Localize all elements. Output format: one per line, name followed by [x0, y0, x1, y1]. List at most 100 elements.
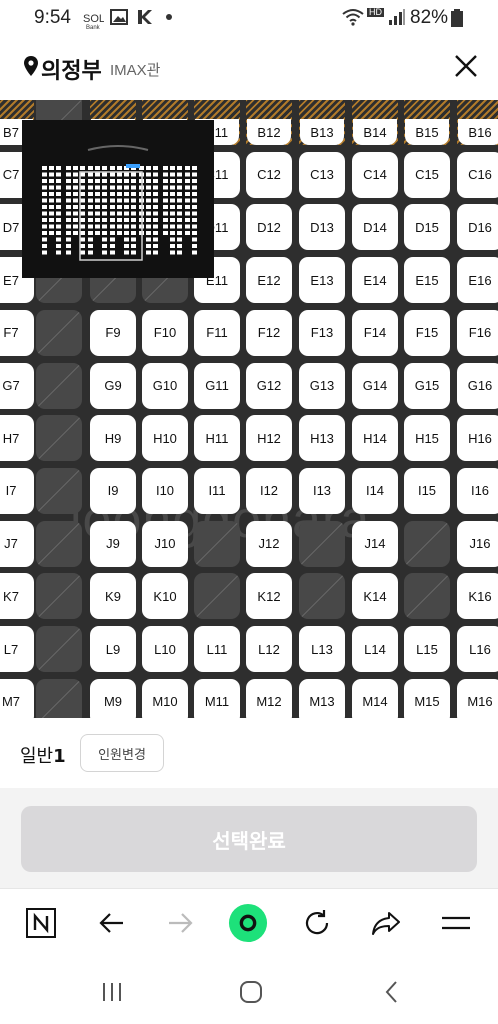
share-button[interactable]: [366, 903, 406, 943]
seat-j16[interactable]: J16: [457, 520, 498, 567]
seat-l9[interactable]: L9: [90, 626, 136, 672]
seat-m10[interactable]: M10: [142, 678, 188, 718]
seat-l13[interactable]: L13: [299, 626, 345, 672]
seat-h13[interactable]: H13: [299, 415, 345, 462]
seat-h10[interactable]: H10: [142, 415, 188, 462]
seat-j9[interactable]: J9: [90, 520, 136, 567]
seat-h12[interactable]: H12: [246, 415, 292, 462]
seat-h14[interactable]: H14: [352, 415, 398, 462]
seat-l10[interactable]: L10: [142, 626, 188, 672]
seat-f12[interactable]: F12: [246, 309, 292, 356]
seat-minimap[interactable]: [22, 120, 214, 278]
change-party-button[interactable]: 인원변경: [80, 734, 164, 772]
seat-b14[interactable]: B14: [352, 100, 398, 145]
seat-g9[interactable]: G9: [90, 362, 136, 409]
seat-j14[interactable]: J14: [352, 520, 398, 567]
seat-b16[interactable]: B16: [457, 100, 498, 145]
seat-k9[interactable]: K9: [90, 573, 136, 620]
seat-d14[interactable]: D14: [352, 204, 398, 251]
seat-l7[interactable]: L7: [0, 626, 34, 672]
seat-f13[interactable]: F13: [299, 309, 345, 356]
system-back-button[interactable]: [372, 974, 412, 1010]
seat-g14[interactable]: G14: [352, 362, 398, 409]
seat-h15[interactable]: H15: [404, 415, 450, 462]
seat-d16[interactable]: D16: [457, 204, 498, 251]
seat-j7[interactable]: J7: [0, 520, 34, 567]
seat-h7[interactable]: H7: [0, 415, 34, 462]
forward-button[interactable]: [160, 903, 200, 943]
seat-m13[interactable]: M13: [299, 678, 345, 718]
seat-i13[interactable]: I13: [299, 467, 345, 514]
seat-l16[interactable]: L16: [457, 626, 498, 672]
seat-f9[interactable]: F9: [90, 309, 136, 356]
seat-f10[interactable]: F10: [142, 309, 188, 356]
seat-m7[interactable]: M7: [0, 678, 34, 718]
seat-l15[interactable]: L15: [404, 626, 450, 672]
seat-m16[interactable]: M16: [457, 678, 498, 718]
seat-d15[interactable]: D15: [404, 204, 450, 251]
seat-h16[interactable]: H16: [457, 415, 498, 462]
naver-home-button[interactable]: [21, 903, 61, 943]
seat-i15[interactable]: I15: [404, 467, 450, 514]
confirm-selection-button[interactable]: 선택완료: [21, 806, 477, 872]
seat-g7[interactable]: G7: [0, 362, 34, 409]
seat-e12[interactable]: E12: [246, 257, 292, 304]
seat-e15[interactable]: E15: [404, 257, 450, 304]
seat-c15[interactable]: C15: [404, 151, 450, 198]
seat-b13[interactable]: B13: [299, 100, 345, 145]
reload-button[interactable]: [297, 903, 337, 943]
seat-e16[interactable]: E16: [457, 257, 498, 304]
seat-g12[interactable]: G12: [246, 362, 292, 409]
seat-j10[interactable]: J10: [142, 520, 188, 567]
close-button[interactable]: [450, 50, 482, 82]
seat-c14[interactable]: C14: [352, 151, 398, 198]
seat-k10[interactable]: K10: [142, 573, 188, 620]
seat-i9[interactable]: I9: [90, 467, 136, 514]
seat-e14[interactable]: E14: [352, 257, 398, 304]
seat-i11[interactable]: I11: [194, 467, 240, 514]
seat-k14[interactable]: K14: [352, 573, 398, 620]
seat-c16[interactable]: C16: [457, 151, 498, 198]
seat-f15[interactable]: F15: [404, 309, 450, 356]
seat-m14[interactable]: M14: [352, 678, 398, 718]
seat-f11[interactable]: F11: [194, 309, 240, 356]
seat-m9[interactable]: M9: [90, 678, 136, 718]
seat-h9[interactable]: H9: [90, 415, 136, 462]
seat-g10[interactable]: G10: [142, 362, 188, 409]
seat-i10[interactable]: I10: [142, 467, 188, 514]
seat-c13[interactable]: C13: [299, 151, 345, 198]
seat-g15[interactable]: G15: [404, 362, 450, 409]
seat-k7[interactable]: K7: [0, 573, 34, 620]
seat-f16[interactable]: F16: [457, 309, 498, 356]
seat-g11[interactable]: G11: [194, 362, 240, 409]
seat-l11[interactable]: L11: [194, 626, 240, 672]
seat-b12[interactable]: B12: [246, 100, 292, 145]
back-button[interactable]: [92, 903, 132, 943]
seat-i7[interactable]: I7: [0, 467, 34, 514]
green-dot-button[interactable]: [228, 903, 268, 943]
seat-f14[interactable]: F14: [352, 309, 398, 356]
seat-m15[interactable]: M15: [404, 678, 450, 718]
home-button[interactable]: [231, 974, 271, 1010]
seat-b15[interactable]: B15: [404, 100, 450, 145]
seat-e13[interactable]: E13: [299, 257, 345, 304]
seat-i12[interactable]: I12: [246, 467, 292, 514]
menu-button[interactable]: [436, 903, 476, 943]
seat-g13[interactable]: G13: [299, 362, 345, 409]
seat-i14[interactable]: I14: [352, 467, 398, 514]
seat-d12[interactable]: D12: [246, 204, 292, 251]
seat-d13[interactable]: D13: [299, 204, 345, 251]
seat-j12[interactable]: J12: [246, 520, 292, 567]
seat-l14[interactable]: L14: [352, 626, 398, 672]
seat-m12[interactable]: M12: [246, 678, 292, 718]
seat-m11[interactable]: M11: [194, 678, 240, 718]
seat-k16[interactable]: K16: [457, 573, 498, 620]
seat-f7[interactable]: F7: [0, 309, 34, 356]
seat-g16[interactable]: G16: [457, 362, 498, 409]
seat-h11[interactable]: H11: [194, 415, 240, 462]
seat-k12[interactable]: K12: [246, 573, 292, 620]
recent-apps-button[interactable]: [92, 974, 132, 1010]
seat-c12[interactable]: C12: [246, 151, 292, 198]
seat-l12[interactable]: L12: [246, 626, 292, 672]
seat-i16[interactable]: I16: [457, 467, 498, 514]
